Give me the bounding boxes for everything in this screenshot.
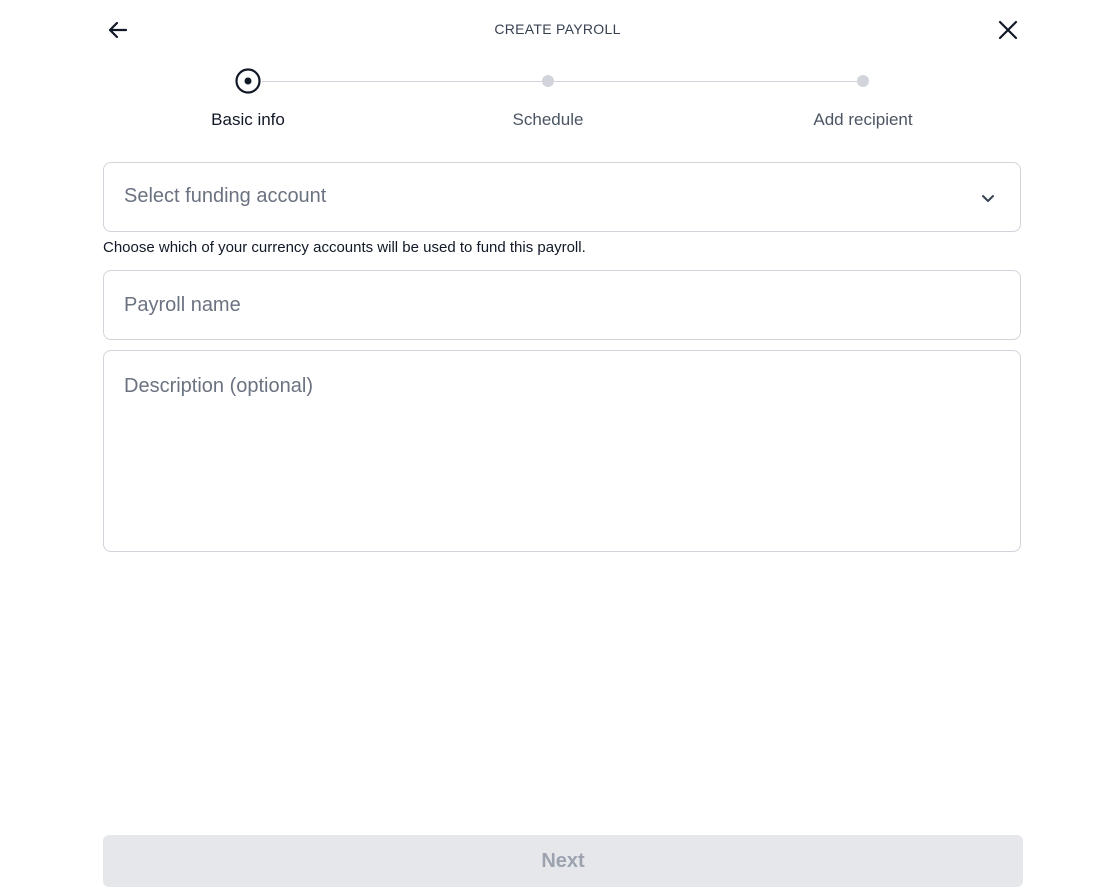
funding-account-select[interactable]: Select funding account — [103, 162, 1021, 232]
step-active-indicator-icon — [235, 68, 261, 94]
description-placeholder: Description (optional) — [124, 375, 313, 397]
stepper: Basic info Schedule Add recipient — [0, 60, 1115, 140]
close-icon — [998, 20, 1018, 40]
next-button[interactable]: Next — [103, 835, 1023, 887]
step-indicator-schedule — [542, 75, 554, 87]
step-label-schedule: Schedule — [512, 110, 584, 129]
step-indicator-add-recipient — [857, 75, 869, 87]
header: CREATE PAYROLL — [0, 0, 1115, 62]
payroll-name-placeholder: Payroll name — [124, 294, 241, 316]
step-connector — [554, 81, 857, 82]
step-label-add-recipient: Add recipient — [813, 110, 913, 129]
chevron-down-icon — [982, 195, 994, 202]
close-button[interactable] — [994, 16, 1022, 44]
funding-account-help-text: Choose which of your currency accounts w… — [103, 239, 586, 256]
description-textarea[interactable]: Description (optional) — [103, 350, 1021, 552]
funding-account-placeholder: Select funding account — [124, 185, 327, 207]
step-connector — [262, 81, 542, 82]
step-label-basic-info: Basic info — [211, 110, 285, 129]
page-title: CREATE PAYROLL — [494, 21, 621, 37]
payroll-name-field[interactable]: Payroll name — [103, 270, 1021, 340]
